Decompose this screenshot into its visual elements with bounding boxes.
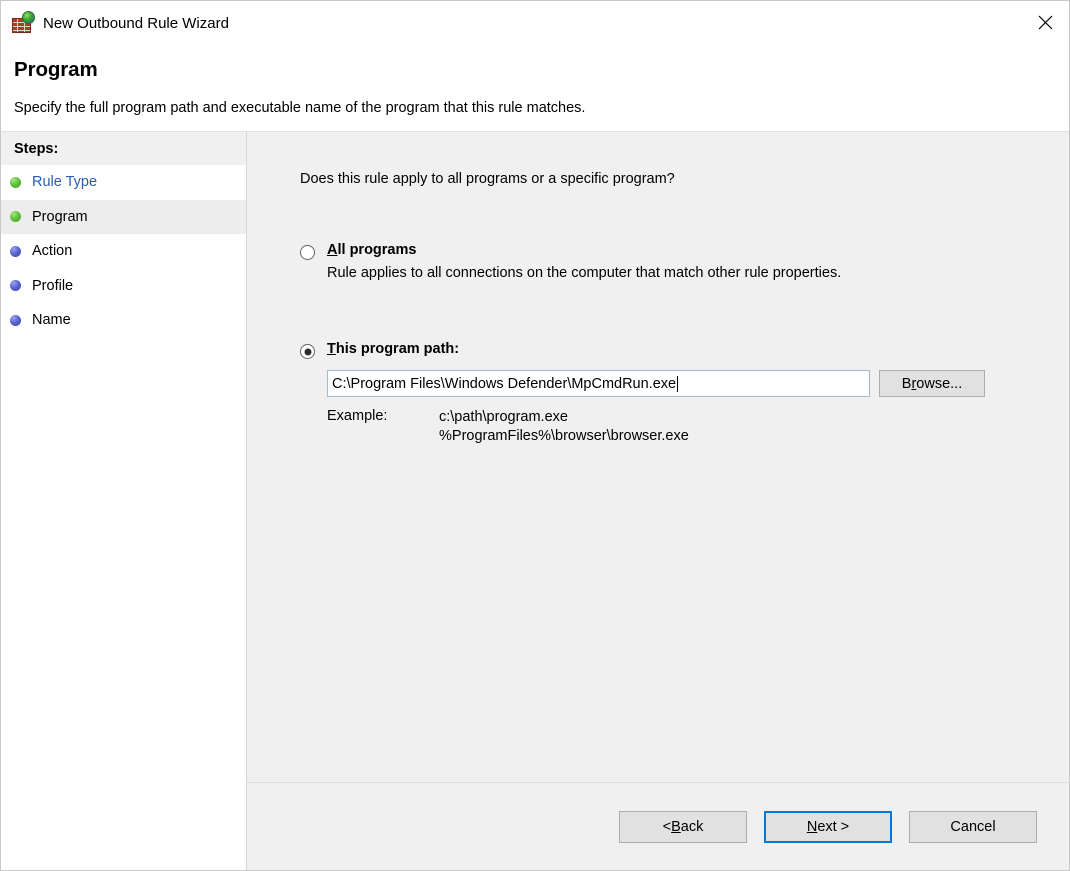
- accel-letter: N: [807, 819, 817, 835]
- option-program-path: This program path: C:\Program Files\Wind…: [300, 341, 1049, 446]
- radio-program-path-label: This program path:: [327, 341, 459, 357]
- back-rest: ack: [681, 819, 704, 835]
- radio-all-programs-label: All programs: [327, 242, 416, 258]
- close-icon[interactable]: [1021, 1, 1069, 44]
- wizard-body: Steps: Rule Type Program Action Profile …: [1, 132, 1069, 870]
- steps-header: Steps:: [1, 132, 246, 165]
- sidebar-item-profile[interactable]: Profile: [1, 269, 246, 304]
- title-bar-left: New Outbound Rule Wizard: [1, 12, 229, 34]
- step-bullet-icon: [10, 315, 21, 326]
- next-rest: ext >: [817, 819, 849, 835]
- accel-letter: T: [327, 341, 336, 357]
- title-bar: New Outbound Rule Wizard: [1, 1, 1069, 45]
- example-line: %ProgramFiles%\browser\browser.exe: [439, 427, 689, 446]
- example-line: c:\path\program.exe: [439, 408, 689, 427]
- sidebar-item-label: Profile: [32, 278, 73, 294]
- radio-program-path[interactable]: [300, 344, 315, 359]
- sidebar-item-label: Name: [32, 312, 71, 328]
- content-main: Does this rule apply to all programs or …: [247, 132, 1069, 782]
- step-bullet-icon: [10, 177, 21, 188]
- page-title: Program: [14, 58, 98, 82]
- content-pane: Does this rule apply to all programs or …: [247, 132, 1069, 870]
- text-caret: [677, 376, 678, 392]
- step-bullet-icon: [10, 280, 21, 291]
- sidebar-item-label: Rule Type: [32, 174, 97, 190]
- sidebar-item-label: Program: [32, 209, 88, 225]
- option-all-programs: All programs Rule applies to all connect…: [300, 242, 1049, 281]
- radio-all-programs[interactable]: [300, 245, 315, 260]
- next-button[interactable]: Next >: [764, 811, 892, 843]
- example-values: c:\path\program.exe %ProgramFiles%\brows…: [439, 408, 689, 446]
- back-button[interactable]: < Back: [619, 811, 747, 843]
- back-prefix: <: [663, 819, 671, 835]
- sidebar-item-name[interactable]: Name: [1, 303, 246, 338]
- accel-letter: A: [327, 242, 337, 258]
- option-program-path-row[interactable]: This program path:: [300, 341, 1049, 359]
- window-title: New Outbound Rule Wizard: [43, 15, 229, 32]
- sidebar-item-program[interactable]: Program: [1, 200, 246, 235]
- wizard-footer: < Back Next > Cancel: [247, 782, 1069, 870]
- accel-letter: B: [671, 819, 681, 835]
- radio-program-path-label-rest: his program path:: [336, 341, 459, 357]
- cancel-button[interactable]: Cancel: [909, 811, 1037, 843]
- program-path-input[interactable]: C:\Program Files\Windows Defender\MpCmdR…: [327, 370, 870, 397]
- option-all-programs-row[interactable]: All programs: [300, 242, 1049, 260]
- program-scope-radio-group: All programs Rule applies to all connect…: [300, 242, 1049, 446]
- sidebar-item-action[interactable]: Action: [1, 234, 246, 269]
- firewall-globe-icon: [12, 12, 34, 34]
- browse-button[interactable]: Browse...: [879, 370, 985, 397]
- radio-all-programs-label-rest: ll programs: [337, 242, 416, 258]
- option-all-programs-description: Rule applies to all connections on the c…: [327, 265, 1049, 281]
- wizard-header: Program Specify the full program path an…: [1, 45, 1069, 132]
- sidebar-item-rule-type[interactable]: Rule Type: [1, 165, 246, 200]
- step-bullet-icon: [10, 246, 21, 257]
- example-label: Example:: [327, 408, 439, 446]
- program-path-value: C:\Program Files\Windows Defender\MpCmdR…: [332, 376, 676, 392]
- program-path-row: C:\Program Files\Windows Defender\MpCmdR…: [327, 370, 1049, 397]
- steps-sidebar: Steps: Rule Type Program Action Profile …: [1, 132, 247, 870]
- browse-rest: owse...: [916, 376, 962, 392]
- step-bullet-icon: [10, 211, 21, 222]
- sidebar-item-label: Action: [32, 243, 72, 259]
- browse-prefix: B: [902, 376, 912, 392]
- wizard-window: New Outbound Rule Wizard Program Specify…: [0, 0, 1070, 871]
- page-subtitle: Specify the full program path and execut…: [14, 100, 585, 116]
- example-row: Example: c:\path\program.exe %ProgramFil…: [327, 408, 1049, 446]
- question-text: Does this rule apply to all programs or …: [300, 171, 675, 187]
